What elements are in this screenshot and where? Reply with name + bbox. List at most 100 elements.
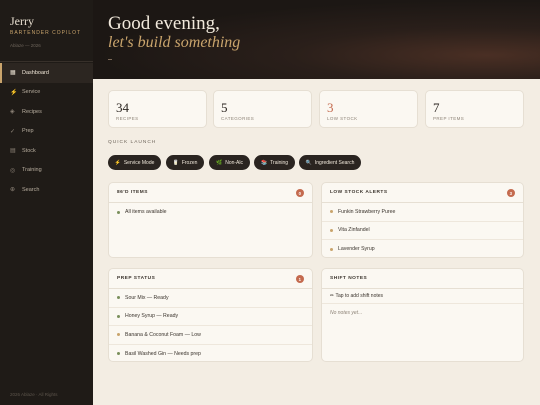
count-badge: 3 (507, 189, 515, 197)
add-shift-notes-button[interactable]: ✏ Tap to add shift notes (322, 289, 523, 304)
list-item[interactable]: Funkin Strawberry Puree (322, 203, 523, 222)
training-button[interactable]: 📚 Training (254, 155, 295, 170)
sidebar-item-label: Dashboard (22, 69, 49, 76)
button-label: Training (270, 159, 289, 166)
count-badge: 1 (296, 275, 304, 283)
recipes-icon: ◈ (10, 109, 15, 116)
sidebar-item-search[interactable]: ⊕ Search (0, 180, 93, 200)
low-stock-card: LOW STOCK ALERTS 3 Funkin Strawberry Pur… (321, 182, 524, 258)
status-dot (330, 210, 333, 214)
list-item: All items available (109, 203, 312, 222)
stat-card-recipes[interactable]: 34 RECIPES (108, 90, 207, 128)
shift-notes-empty: No notes yet... (330, 310, 363, 316)
search-icon: ⊕ (10, 187, 16, 194)
button-label: Frozen (181, 159, 198, 166)
lightning-icon: ⚡ (114, 159, 121, 166)
sidebar-item-label: Stock (22, 147, 36, 154)
non-alc-button[interactable]: 🌿 Non-Alc (209, 155, 250, 170)
list-item[interactable]: Vita Zinfandel (322, 222, 523, 240)
list-item-text: Funkin Strawberry Puree (338, 208, 396, 215)
stat-label: PREP ITEMS (433, 116, 465, 121)
lightning-icon: ⚡ (10, 89, 18, 96)
card-title: LOW STOCK ALERTS (330, 190, 388, 195)
prep-status-card: PREP STATUS 1 Sour Mix — Ready Honey Syr… (108, 268, 313, 362)
status-dot (117, 333, 120, 337)
card-header: PREP STATUS 1 (109, 269, 312, 289)
hero-header: Good evening, let's build something (93, 0, 540, 79)
sidebar-item-service[interactable]: ⚡ Service (0, 83, 93, 103)
card-header: 86'D ITEMS 0 (109, 183, 312, 203)
list-item-text: Honey Syrup — Ready (125, 313, 179, 320)
sidebar-item-dashboard[interactable]: ▦ Dashboard (0, 63, 93, 83)
list-item[interactable]: Honey Syrup — Ready (109, 308, 312, 326)
list-item[interactable]: Sour Mix — Ready (109, 289, 312, 308)
status-dot (330, 247, 333, 251)
sidebar-footer: 2026 Ablaze · All Rights (10, 392, 58, 397)
list-item[interactable]: Lavender Syrup (322, 240, 523, 257)
card-header: SHIFT NOTES (322, 269, 523, 289)
status-dot (117, 352, 120, 356)
list-item-text: Banana & Coconut Foam — Low (125, 331, 201, 338)
button-label: Ingredient Search (314, 159, 355, 166)
button-label: Service Mode (123, 159, 155, 166)
card-title: SHIFT NOTES (330, 276, 368, 281)
sidebar-item-label: Training (22, 167, 42, 174)
card-title: PREP STATUS (117, 276, 156, 281)
list-item-text: Vita Zinfandel (338, 227, 370, 234)
status-dot (117, 296, 120, 300)
stat-value: 34 (116, 100, 129, 115)
stat-label: RECIPES (116, 116, 139, 121)
brand-subtitle: BARTENDER COPILOT (10, 30, 82, 36)
stat-value: 5 (221, 100, 228, 115)
sidebar-item-stock[interactable]: ▤ Stock (0, 141, 93, 161)
stat-label: LOW STOCK (327, 116, 358, 121)
sidebar-item-prep[interactable]: ✓ Prep (0, 122, 93, 142)
sidebar-item-label: Recipes (22, 108, 42, 115)
ingredient-search-button[interactable]: 🔍 Ingredient Search (299, 155, 361, 170)
training-icon: ◎ (10, 167, 16, 174)
cup-icon: 🥛 (172, 159, 179, 166)
books-icon: 📚 (260, 159, 268, 166)
sidebar-item-label: Prep (22, 128, 34, 135)
status-dot (117, 210, 120, 214)
stock-icon: ▤ (10, 148, 16, 155)
frozen-button[interactable]: 🥛 Frozen (166, 155, 204, 170)
status-dot (117, 314, 120, 318)
header-divider (108, 59, 112, 60)
status-dot (330, 228, 333, 232)
stat-value: 7 (433, 100, 440, 115)
stat-card-categories[interactable]: 5 CATEGORIES (213, 90, 312, 128)
sidebar: Jerry BARTENDER COPILOT Ablaze — 2026 ▦ … (0, 0, 93, 405)
list-item[interactable]: Basil Washed Gin — Needs prep (109, 345, 312, 362)
service-mode-button[interactable]: ⚡ Service Mode (108, 155, 161, 170)
eighty-six-card: 86'D ITEMS 0 All items available (108, 182, 313, 258)
card-title: 86'D ITEMS (117, 190, 148, 195)
count-badge: 0 (296, 189, 304, 197)
sidebar-item-label: Service (22, 89, 41, 96)
sidebar-item-recipes[interactable]: ◈ Recipes (0, 102, 93, 122)
list-item[interactable]: Banana & Coconut Foam — Low (109, 326, 312, 345)
quick-launch-title: QUICK LAUNCH (108, 140, 157, 145)
greeting-subtitle: let's build something (108, 34, 241, 51)
stat-card-prep-items[interactable]: 7 PREP ITEMS (425, 90, 524, 128)
check-icon: ✓ (10, 128, 16, 135)
dashboard-icon: ▦ (10, 70, 16, 77)
greeting-title: Good evening, (108, 13, 220, 34)
button-label: Non-Alc (225, 159, 244, 166)
brand-name: Jerry (10, 14, 34, 28)
stat-value: 3 (327, 100, 334, 115)
stat-label: CATEGORIES (221, 116, 255, 121)
search-icon: 🔍 (305, 159, 312, 166)
card-header: LOW STOCK ALERTS 3 (322, 183, 523, 203)
brand-meta: Ablaze — 2026 (10, 43, 41, 48)
brand: Jerry BARTENDER COPILOT Ablaze — 2026 (0, 0, 93, 62)
sidebar-item-training[interactable]: ◎ Training (0, 161, 93, 181)
sidebar-nav: ▦ Dashboard ⚡ Service ◈ Recipes ✓ Prep ▤… (0, 63, 93, 200)
list-item-text: Basil Washed Gin — Needs prep (125, 350, 201, 357)
shift-notes-card: SHIFT NOTES ✏ Tap to add shift notes No … (321, 268, 524, 362)
list-item-text: Sour Mix — Ready (125, 294, 169, 301)
list-item-text: All items available (125, 209, 167, 216)
leaf-icon: 🌿 (215, 159, 223, 166)
sidebar-item-label: Search (22, 186, 40, 193)
stat-card-low-stock[interactable]: 3 LOW STOCK (319, 90, 418, 128)
